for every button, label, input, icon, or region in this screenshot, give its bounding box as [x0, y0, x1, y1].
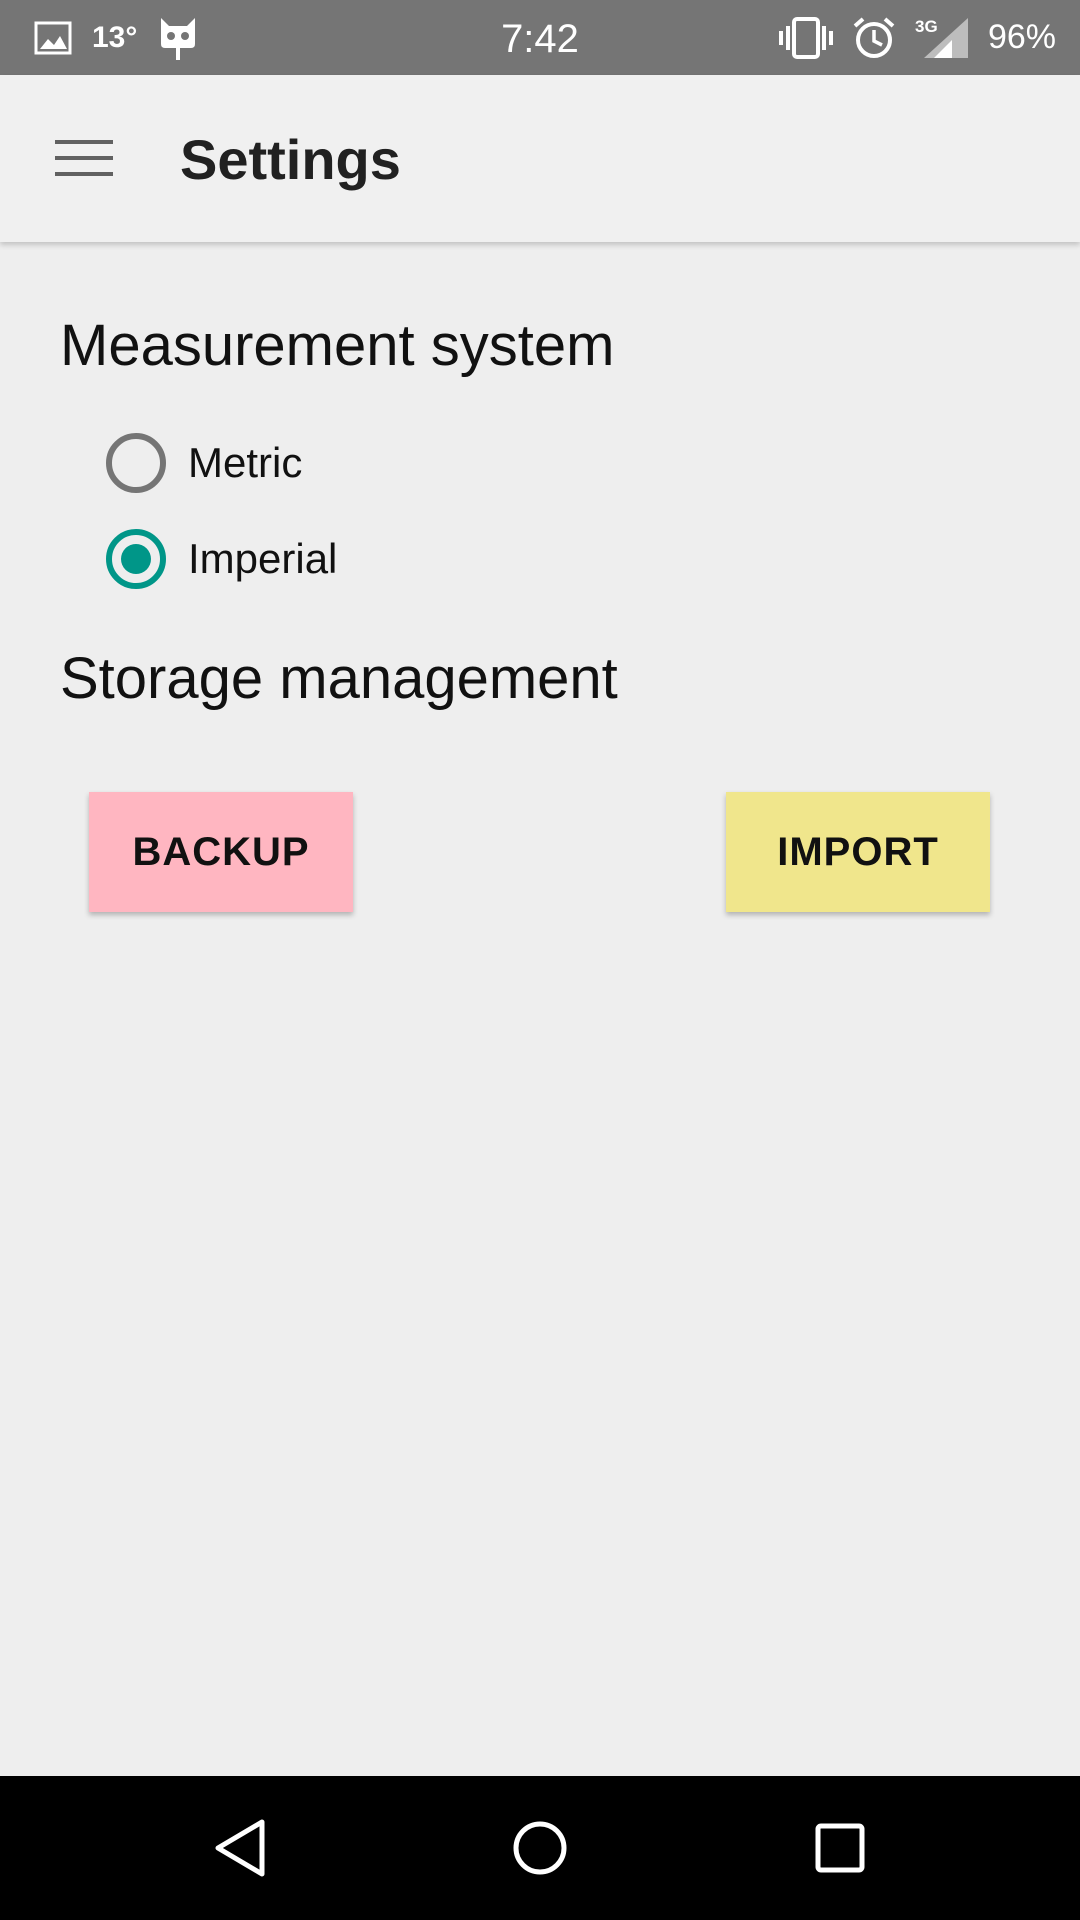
- home-icon: [511, 1819, 569, 1877]
- home-button[interactable]: [490, 1798, 590, 1898]
- radio-button-checked[interactable]: [106, 529, 166, 589]
- cyanogen-icon: [157, 14, 199, 62]
- status-bar: 13° 7:42 3G 96%: [0, 0, 1080, 75]
- radio-label-imperial: Imperial: [188, 535, 338, 582]
- alarm-icon: [852, 16, 896, 60]
- radio-imperial[interactable]: Imperial: [106, 524, 337, 594]
- recents-button[interactable]: [790, 1798, 890, 1898]
- radio-label-metric: Metric: [188, 439, 303, 486]
- radio-button-unchecked[interactable]: [106, 433, 166, 493]
- temperature-text: 13°: [92, 20, 138, 54]
- battery-text: 96%: [987, 18, 1056, 56]
- vibrate-icon: [778, 16, 834, 60]
- back-button[interactable]: [190, 1798, 290, 1898]
- page-title: Settings: [180, 128, 401, 191]
- hamburger-menu-icon: [55, 138, 113, 178]
- hamburger-menu-button[interactable]: [44, 125, 124, 191]
- image-icon: [34, 21, 72, 55]
- storage-management-heading: Storage management: [60, 646, 618, 711]
- status-bar-right: 3G 96%: [778, 0, 1056, 75]
- recents-icon: [814, 1822, 866, 1874]
- measurement-system-heading: Measurement system: [60, 313, 615, 378]
- radio-metric[interactable]: Metric: [106, 428, 302, 498]
- signal-icon: 3G: [914, 16, 970, 60]
- backup-button[interactable]: BACKUP: [89, 792, 353, 912]
- back-icon: [212, 1818, 268, 1878]
- navigation-bar: [0, 1776, 1080, 1920]
- app-bar: Settings: [0, 75, 1080, 242]
- network-type-text: 3G: [915, 17, 938, 36]
- import-button[interactable]: IMPORT: [726, 792, 990, 912]
- status-bar-left: 13°: [34, 0, 199, 75]
